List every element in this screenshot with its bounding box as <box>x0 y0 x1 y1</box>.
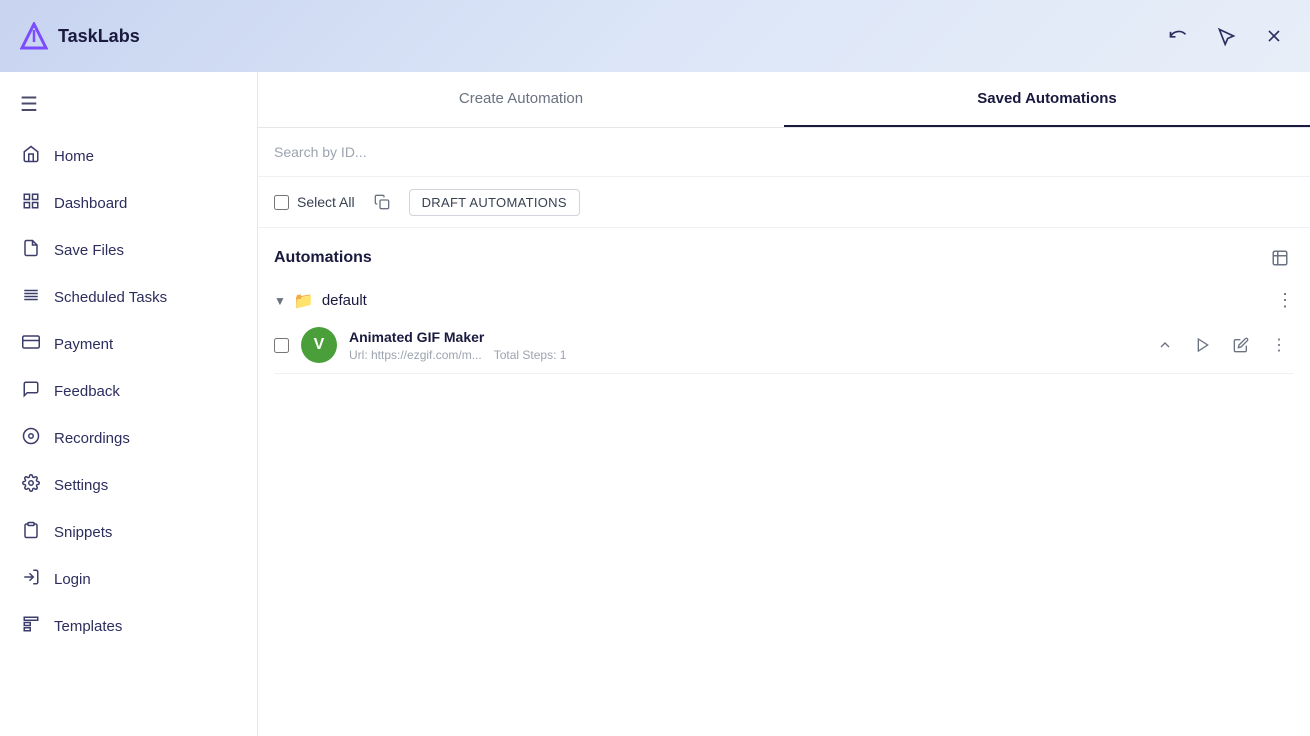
sidebar: ☰ Home Dashboard Save Files Scheduled Ta <box>0 72 258 736</box>
automation-item-checkbox[interactable] <box>274 338 289 353</box>
sidebar-item-settings[interactable]: Settings <box>0 462 257 509</box>
search-bar <box>258 128 1310 177</box>
sidebar-item-home-label: Home <box>54 148 94 165</box>
home-icon <box>20 145 42 168</box>
automation-steps: Total Steps: 1 <box>494 348 567 362</box>
sidebar-item-dashboard[interactable]: Dashboard <box>0 180 257 227</box>
search-input[interactable] <box>274 140 1294 164</box>
automations-section-header: Automations <box>274 244 1294 272</box>
sidebar-item-recordings[interactable]: Recordings <box>0 415 257 462</box>
sidebar-item-snippets-label: Snippets <box>54 524 112 541</box>
login-icon <box>20 568 42 591</box>
topbar-actions <box>1162 20 1290 52</box>
app-logo: TaskLabs <box>20 22 140 50</box>
automation-item: V Animated GIF Maker Url: https://ezgif.… <box>274 317 1294 374</box>
scheduled-tasks-icon <box>20 286 42 309</box>
folder-name: default <box>322 292 367 309</box>
automations-container: Automations ▼ 📁 default ⋮ V <box>258 228 1310 736</box>
sidebar-item-login[interactable]: Login <box>0 556 257 603</box>
folder-icon: 📁 <box>294 291 314 311</box>
automation-meta: Url: https://ezgif.com/m... Total Steps:… <box>349 348 1150 362</box>
feedback-icon <box>20 380 42 403</box>
automation-avatar: V <box>301 327 337 363</box>
main-layout: ☰ Home Dashboard Save Files Scheduled Ta <box>0 72 1310 736</box>
sidebar-item-templates[interactable]: Templates <box>0 603 257 650</box>
select-all-label[interactable]: Select All <box>274 194 355 210</box>
automation-edit-button[interactable] <box>1226 330 1256 360</box>
sidebar-item-settings-label: Settings <box>54 477 108 494</box>
automation-name: Animated GIF Maker <box>349 329 1150 345</box>
tab-saved-automations[interactable]: Saved Automations <box>784 72 1310 127</box>
sidebar-item-dashboard-label: Dashboard <box>54 195 127 212</box>
settings-icon <box>20 474 42 497</box>
cursor-button[interactable] <box>1210 20 1242 52</box>
sidebar-item-snippets[interactable]: Snippets <box>0 509 257 556</box>
automations-title: Automations <box>274 249 372 267</box>
automation-play-button[interactable] <box>1188 330 1218 360</box>
tab-create-automation[interactable]: Create Automation <box>258 72 784 127</box>
save-files-icon <box>20 239 42 262</box>
sidebar-item-feedback[interactable]: Feedback <box>0 368 257 415</box>
toolbar-copy-button[interactable] <box>367 187 397 217</box>
recordings-icon <box>20 427 42 450</box>
folder-expand-icon: ▼ <box>274 294 286 308</box>
tabs-bar: Create Automation Saved Automations <box>258 72 1310 128</box>
automation-more-button[interactable]: ⋮ <box>1264 330 1294 360</box>
sidebar-item-scheduled-tasks-label: Scheduled Tasks <box>54 289 167 306</box>
tasklabs-logo-icon <box>20 22 48 50</box>
select-all-text: Select All <box>297 194 355 210</box>
automations-export-button[interactable] <box>1266 244 1294 272</box>
sidebar-item-login-label: Login <box>54 571 91 588</box>
automation-actions: ⋮ <box>1150 330 1294 360</box>
sidebar-item-recordings-label: Recordings <box>54 430 130 447</box>
automation-avatar-letter: V <box>314 336 325 354</box>
draft-automations-button[interactable]: DRAFT AUTOMATIONS <box>409 189 580 216</box>
snippets-icon <box>20 521 42 544</box>
menu-icon: ☰ <box>20 92 38 117</box>
automation-info: Animated GIF Maker Url: https://ezgif.co… <box>349 329 1150 362</box>
select-all-checkbox[interactable] <box>274 195 289 210</box>
sidebar-item-save-files-label: Save Files <box>54 242 124 259</box>
toolbar: Select All DRAFT AUTOMATIONS <box>258 177 1310 228</box>
close-button[interactable] <box>1258 20 1290 52</box>
automation-expand-button[interactable] <box>1150 330 1180 360</box>
sidebar-item-templates-label: Templates <box>54 618 122 635</box>
automation-url: Url: https://ezgif.com/m... <box>349 348 482 362</box>
sidebar-menu-toggle[interactable]: ☰ <box>0 84 257 125</box>
sidebar-item-scheduled-tasks[interactable]: Scheduled Tasks <box>0 274 257 321</box>
folder-more-button[interactable]: ⋮ <box>1276 290 1294 311</box>
sidebar-item-save-files[interactable]: Save Files <box>0 227 257 274</box>
sidebar-item-home[interactable]: Home <box>0 133 257 180</box>
templates-icon <box>20 615 42 638</box>
sidebar-item-feedback-label: Feedback <box>54 383 120 400</box>
undo-button[interactable] <box>1162 20 1194 52</box>
folder-default[interactable]: ▼ 📁 default ⋮ <box>274 284 1294 317</box>
dashboard-icon <box>20 192 42 215</box>
payment-icon <box>20 333 42 356</box>
sidebar-item-payment-label: Payment <box>54 336 113 353</box>
sidebar-item-payment[interactable]: Payment <box>0 321 257 368</box>
app-title: TaskLabs <box>58 26 140 47</box>
folder-left: ▼ 📁 default <box>274 291 367 311</box>
content-area: Create Automation Saved Automations Sele… <box>258 72 1310 736</box>
topbar: TaskLabs <box>0 0 1310 72</box>
